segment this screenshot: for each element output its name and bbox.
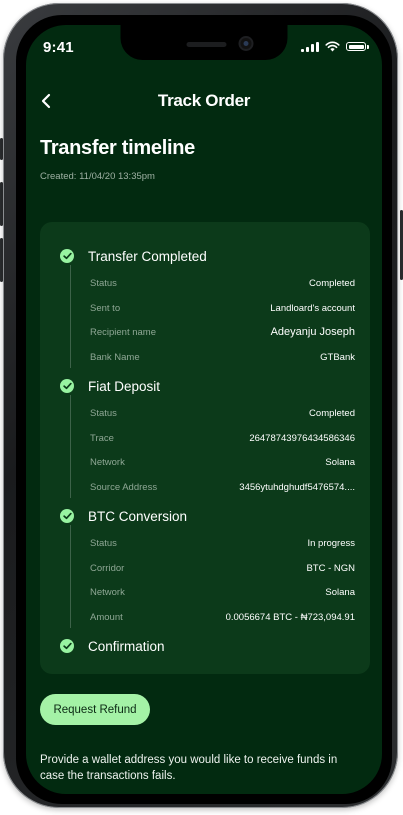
timeline-connector xyxy=(70,265,71,368)
timeline-step-confirmation: Confirmation xyxy=(60,636,165,656)
page-title: Transfer timeline xyxy=(40,137,195,159)
detail-row: Network Solana xyxy=(90,585,355,599)
detail-value: Solana xyxy=(325,456,355,468)
detail-row: Trace 26478743976434586346 xyxy=(90,431,355,445)
detail-key: Status xyxy=(90,277,117,289)
nav-bar: Track Order xyxy=(26,85,382,117)
timeline-step-btc-conversion: BTC Conversion xyxy=(60,506,187,526)
battery-icon xyxy=(346,42,369,51)
front-camera xyxy=(240,38,252,49)
detail-row: Source Address 3456ytuhdghudf5476574.... xyxy=(90,480,355,494)
detail-value: 0.0056674 BTC - ₦723,094.91 xyxy=(225,611,355,623)
detail-row: Status In progress xyxy=(90,536,355,550)
detail-key: Recipient name xyxy=(90,326,157,338)
detail-row: Bank Name GTBank xyxy=(90,350,355,364)
check-circle-icon xyxy=(60,379,74,393)
detail-key: Bank Name xyxy=(90,351,140,363)
detail-key: Network xyxy=(90,586,125,598)
notch xyxy=(120,25,288,60)
phone-frame: 9:41 Track Order Transfer timeline Creat… xyxy=(3,3,398,808)
timeline-step-transfer-completed: Transfer Completed xyxy=(60,246,207,266)
step-label: Confirmation xyxy=(88,638,165,654)
check-circle-icon xyxy=(60,509,74,523)
check-circle-icon xyxy=(60,639,74,653)
speaker-grille xyxy=(186,42,227,47)
detail-value: 26478743976434586346 xyxy=(249,432,355,444)
detail-value: 3456ytuhdghudf5476574.... xyxy=(239,481,355,493)
refund-note: Provide a wallet address you would like … xyxy=(40,754,338,782)
check-circle-icon xyxy=(60,249,74,263)
detail-row: Corridor BTC - NGN xyxy=(90,561,355,575)
detail-value: Completed xyxy=(309,277,355,289)
timeline-connector xyxy=(70,395,71,498)
detail-key: Sent to xyxy=(90,302,121,314)
detail-row: Status Completed xyxy=(90,406,355,420)
wifi-icon xyxy=(325,41,340,52)
request-refund-button[interactable]: Request Refund xyxy=(40,694,150,725)
step-label: Fiat Deposit xyxy=(88,378,161,394)
phone-device: 9:41 Track Order Transfer timeline Creat… xyxy=(0,0,403,815)
cellular-signal-icon xyxy=(301,41,319,52)
detail-row: Sent to Landloard's account xyxy=(90,301,355,315)
step-label: BTC Conversion xyxy=(88,508,188,524)
step-label: Transfer Completed xyxy=(88,248,207,264)
detail-key: Status xyxy=(90,407,117,419)
detail-key: Trace xyxy=(90,432,114,444)
timeline-connector xyxy=(70,525,71,628)
detail-row: Recipient name Adeyanju Joseph xyxy=(90,325,355,339)
nav-title: Track Order xyxy=(157,91,251,110)
detail-row: Status Completed xyxy=(90,276,355,290)
track-order-screen: 9:41 Track Order Transfer timeline Creat… xyxy=(26,25,382,794)
status-icons xyxy=(301,41,369,52)
detail-value: Adeyanju Joseph xyxy=(270,326,355,338)
detail-row: Amount 0.0056674 BTC - ₦723,094.91 xyxy=(90,610,355,624)
detail-key: Status xyxy=(90,537,117,549)
timeline-card: Transfer Completed Status Completed Sent … xyxy=(40,222,370,674)
detail-value: Solana xyxy=(325,586,355,598)
status-time: 9:41 xyxy=(43,39,74,56)
detail-key: Amount xyxy=(90,611,123,623)
detail-value: Landloard's account xyxy=(270,302,355,314)
detail-key: Source Address xyxy=(90,481,158,493)
detail-row: Network Solana xyxy=(90,455,355,469)
detail-value: BTC - NGN xyxy=(306,562,355,574)
detail-value: Completed xyxy=(309,407,355,419)
detail-value: In progress xyxy=(307,537,355,549)
detail-key: Corridor xyxy=(90,562,125,574)
phone-screen: 9:41 Track Order Transfer timeline Creat… xyxy=(16,15,392,804)
detail-key: Network xyxy=(90,456,125,468)
detail-value: GTBank xyxy=(320,351,355,363)
created-timestamp: Created: 11/04/20 13:35pm xyxy=(40,171,155,182)
timeline-step-fiat-deposit: Fiat Deposit xyxy=(60,376,160,396)
